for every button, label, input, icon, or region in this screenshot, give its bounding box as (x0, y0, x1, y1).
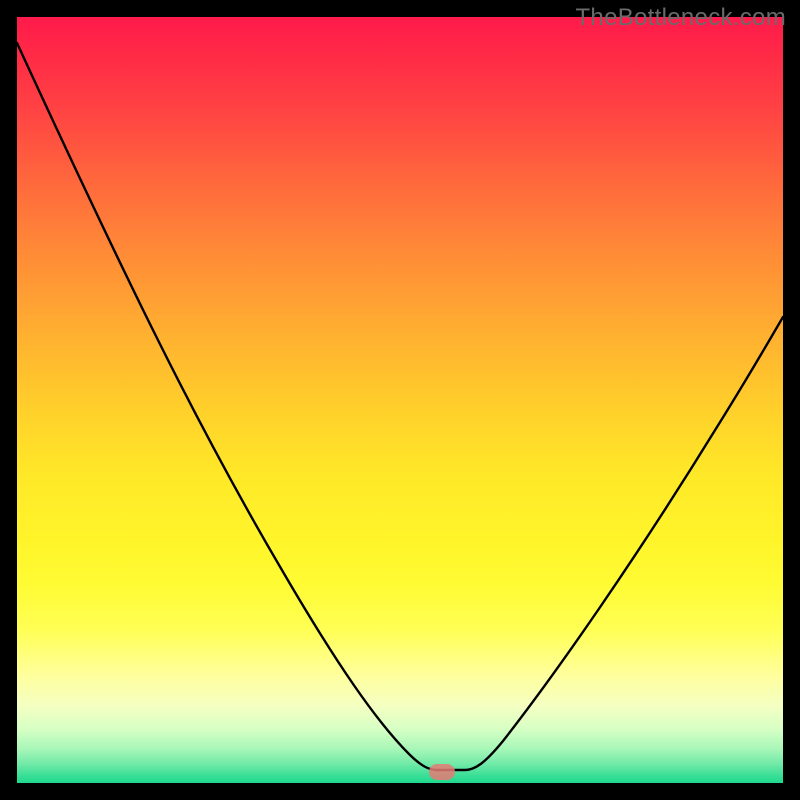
optimum-marker (429, 764, 455, 780)
chart-container: TheBottleneck.com (0, 0, 800, 800)
watermark-text: TheBottleneck.com (575, 4, 786, 32)
plot-area (17, 17, 783, 783)
curve-path (17, 43, 783, 770)
bottleneck-curve (17, 17, 783, 783)
